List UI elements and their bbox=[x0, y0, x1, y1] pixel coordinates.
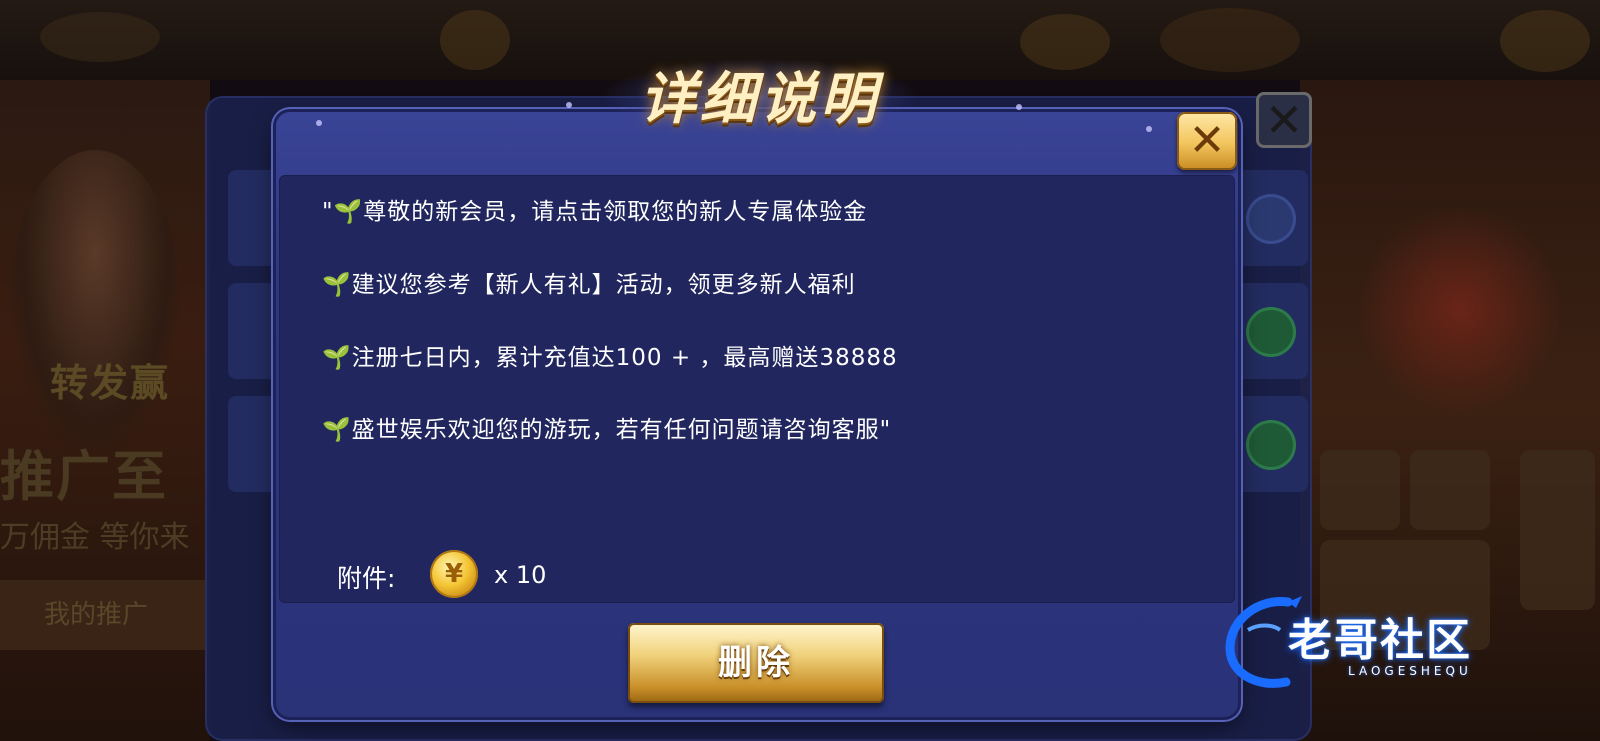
dialog-title: 详细说明 bbox=[640, 67, 880, 132]
message-line: "🌱尊敬的新会员，请点击领取您的新人专属体验金 bbox=[322, 199, 868, 225]
message-line: 🌱盛世娱乐欢迎您的游玩，若有任何问题请咨询客服" bbox=[322, 417, 892, 443]
background-close-icon: ✕ bbox=[1256, 92, 1312, 148]
background-promo-headline: 推广至 bbox=[0, 445, 168, 508]
attachment-label: 附件: bbox=[337, 564, 396, 593]
message-line: 🌱建议您参考【新人有礼】活动，领更多新人福利 bbox=[322, 272, 856, 298]
background-promo-subtext: 万佣金 等你来 bbox=[0, 520, 190, 555]
background-promo-panel: 转发赢 推广至 万佣金 等你来 我的推广 bbox=[0, 80, 210, 741]
gold-coin-icon: ¥ bbox=[430, 550, 478, 598]
close-icon: ✕ bbox=[1188, 115, 1226, 166]
background-my-promotion-button: 我的推广 bbox=[0, 580, 205, 650]
watermark-subtext: LAOGESHEQU bbox=[1348, 664, 1472, 678]
attachment-quantity: x 10 bbox=[494, 561, 547, 589]
close-button[interactable]: ✕ bbox=[1177, 112, 1237, 170]
message-content-panel bbox=[279, 175, 1235, 603]
delete-button[interactable]: 删除 bbox=[628, 623, 884, 703]
message-line: 🌱注册七日内，累计充值达100 + ，最高赠送38888 bbox=[322, 345, 898, 371]
delete-button-label: 删除 bbox=[718, 643, 794, 683]
background-promo-text: 转发赢 bbox=[50, 361, 171, 405]
watermark-logo: 老哥社区 LAOGESHEQU bbox=[1218, 590, 1558, 700]
watermark-text: 老哥社区 bbox=[1288, 615, 1472, 666]
